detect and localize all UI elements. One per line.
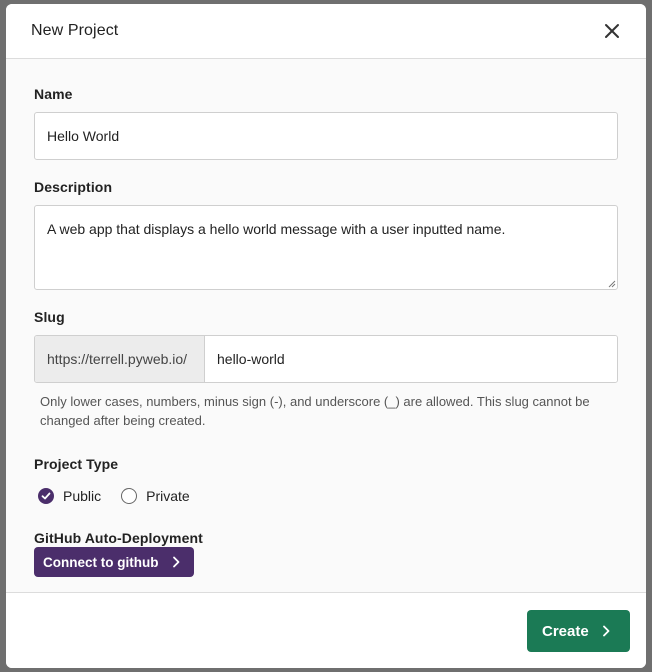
private-radio-label[interactable]: Private <box>146 488 190 504</box>
slug-input[interactable] <box>205 336 617 382</box>
private-radio[interactable] <box>121 488 138 504</box>
public-radio[interactable] <box>38 488 54 504</box>
slug-prefix: https://terrell.pyweb.io/ <box>35 336 205 382</box>
project-type-label: Project Type <box>34 456 119 472</box>
resize-grip-icon[interactable] <box>608 280 616 288</box>
check-icon <box>41 492 51 500</box>
create-button[interactable]: Create <box>527 610 630 652</box>
connect-github-button[interactable]: Connect to github <box>34 547 194 577</box>
name-field-wrapper <box>34 112 618 160</box>
github-label: GitHub Auto-Deployment <box>34 530 203 546</box>
public-radio-label[interactable]: Public <box>63 488 101 504</box>
modal-footer: Create <box>6 592 646 668</box>
name-label: Name <box>34 86 73 102</box>
slug-input-group: https://terrell.pyweb.io/ <box>34 335 618 383</box>
slug-help-text: Only lower cases, numbers, minus sign (-… <box>40 394 590 428</box>
project-type-radio-group: Public Private <box>38 488 210 504</box>
connect-github-label: Connect to github <box>43 554 159 570</box>
chevron-right-icon <box>173 556 180 568</box>
modal-header: New Project <box>6 4 646 59</box>
description-field-wrapper: A web app that displays a hello world me… <box>34 205 618 290</box>
description-label: Description <box>34 179 113 195</box>
description-input[interactable]: A web app that displays a hello world me… <box>35 206 617 289</box>
chevron-right-icon <box>603 625 610 637</box>
slug-label: Slug <box>34 309 65 325</box>
name-input[interactable] <box>35 113 617 159</box>
close-icon <box>605 24 619 38</box>
create-label: Create <box>542 622 589 640</box>
new-project-modal: New Project Name Description A web app t… <box>6 4 646 668</box>
modal-title: New Project <box>31 22 119 39</box>
close-button[interactable] <box>602 21 622 41</box>
